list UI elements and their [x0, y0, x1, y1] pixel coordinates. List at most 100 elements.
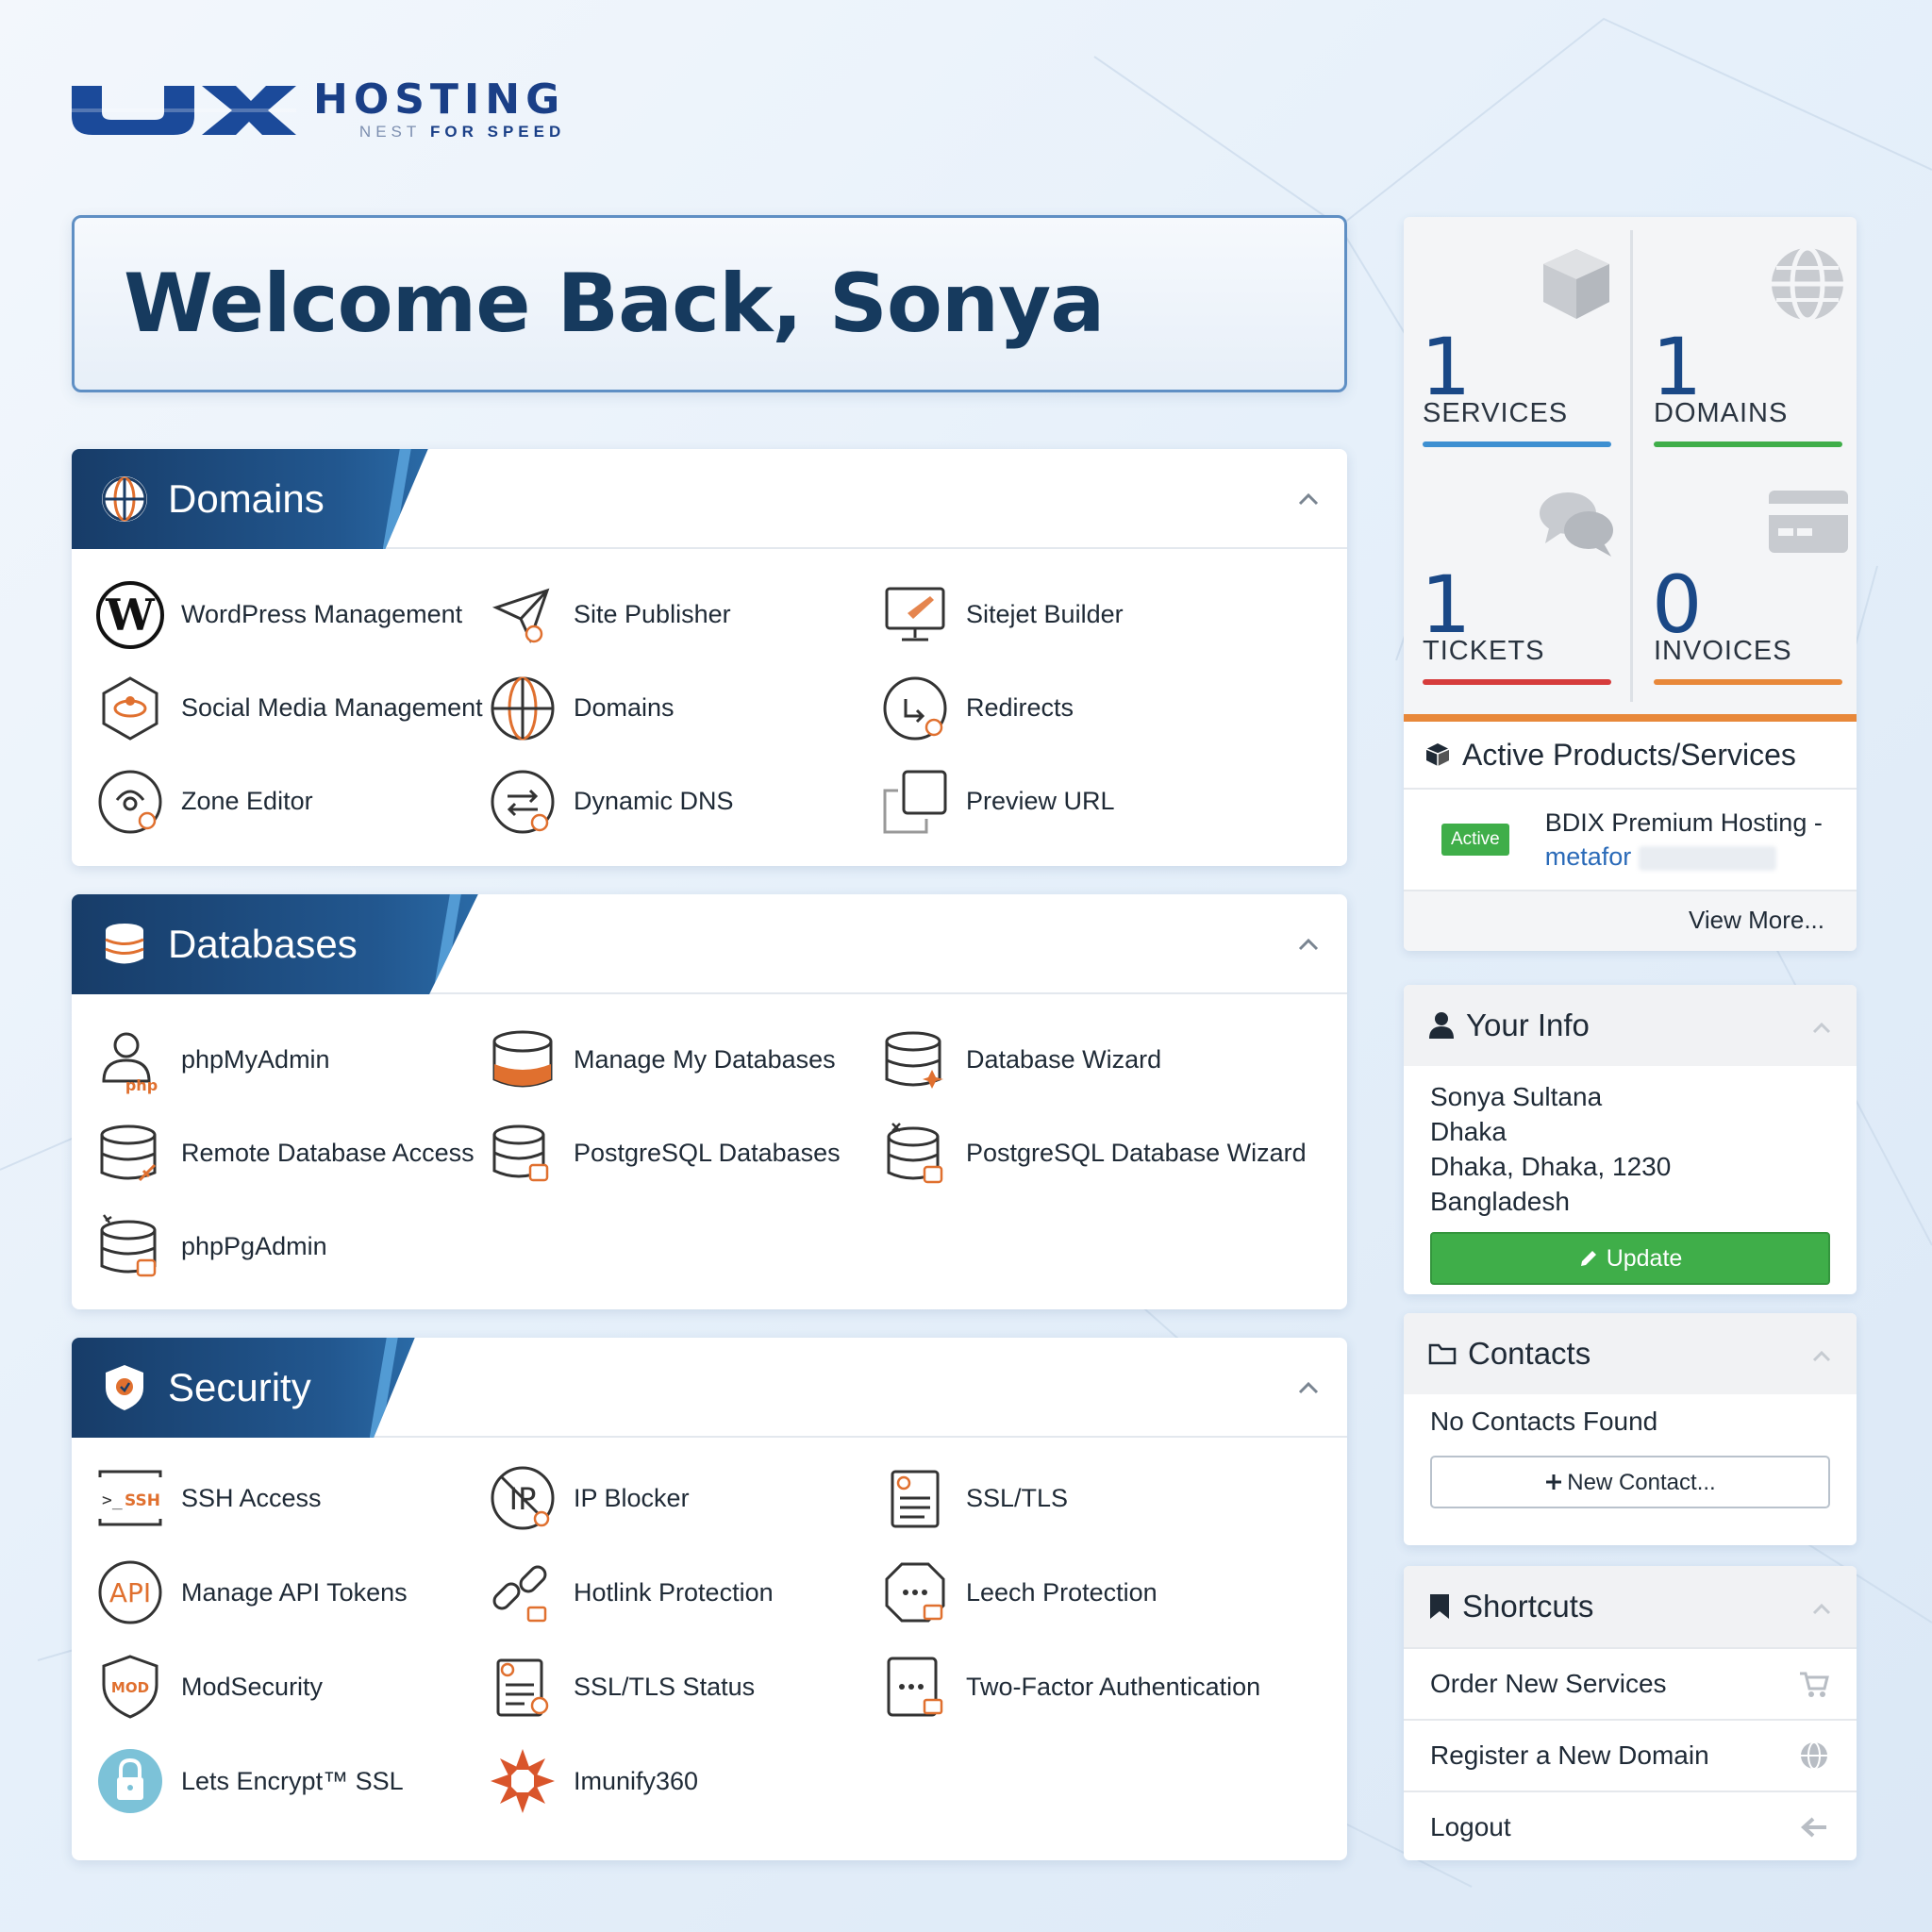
chevron-up-icon[interactable] — [1294, 930, 1323, 958]
stat-services[interactable]: 1 SERVICES — [1404, 217, 1630, 455]
stat-domains-bar — [1654, 441, 1842, 447]
database-remote-icon — [100, 1124, 157, 1181]
orange-rule — [1404, 714, 1857, 722]
bookmark-icon — [1430, 1594, 1449, 1619]
security-panel-header[interactable]: Security — [72, 1338, 1347, 1438]
chat-icon — [1540, 492, 1613, 557]
cart-icon — [1800, 1672, 1829, 1697]
manage-api-tokens-item[interactable]: API Manage API Tokens — [94, 1545, 487, 1640]
chevron-up-icon[interactable] — [1294, 1374, 1323, 1402]
shortcut-order-new-services[interactable]: Order New Services — [1404, 1647, 1857, 1719]
zone-editor-item[interactable]: Zone Editor — [94, 755, 487, 848]
ssh-terminal-icon: >_ SSH — [98, 1470, 162, 1526]
domains-panel-header[interactable]: Domains — [72, 449, 1347, 549]
info-name: Sonya Sultana — [1430, 1082, 1603, 1111]
user-icon — [1429, 1012, 1454, 1039]
ux-logo-mark — [70, 86, 296, 135]
brand-hosting: HOSTING — [313, 75, 566, 124]
stat-tickets[interactable]: 1 TICKETS — [1404, 455, 1630, 692]
postgresql-databases-item[interactable]: PostgreSQL Databases — [487, 1107, 879, 1200]
lock-icon — [98, 1749, 162, 1813]
site-publisher-item[interactable]: Site Publisher — [487, 568, 879, 661]
active-product-row[interactable]: Active BDIX Premium Hosting - metafor — [1404, 790, 1857, 891]
sitejet-builder-item[interactable]: Sitejet Builder — [879, 568, 1272, 661]
brand-tagline: NEST FOR SPEED — [358, 123, 566, 141]
manage-my-databases-item[interactable]: Manage My Databases — [487, 1013, 879, 1107]
info-country: Bangladesh — [1430, 1187, 1570, 1216]
modsecurity-item[interactable]: MOD ModSecurity — [94, 1640, 487, 1734]
databases-panel-tab: Databases — [72, 894, 478, 994]
ssh-access-item[interactable]: >_ SSH SSH Access — [94, 1451, 487, 1545]
active-products-header: Active Products/Services — [1404, 722, 1857, 790]
shortcut-logout[interactable]: Logout — [1404, 1790, 1857, 1860]
imunify-icon — [491, 1749, 555, 1813]
ip-blocker-item[interactable]: IP IP Blocker — [487, 1451, 879, 1545]
redirects-item[interactable]: Redirects — [879, 661, 1272, 755]
contacts-header[interactable]: Contacts — [1404, 1313, 1857, 1394]
domains-panel-title: Domains — [168, 476, 325, 521]
preview-url-item[interactable]: Preview URL — [879, 755, 1272, 848]
leech-protection-item[interactable]: Leech Protection — [879, 1545, 1272, 1640]
chevron-up-icon[interactable] — [1809, 1343, 1834, 1368]
security-panel-tab: Security — [72, 1338, 415, 1438]
globe-icon — [491, 676, 555, 740]
product-domain-link[interactable]: metafor — [1545, 842, 1632, 871]
your-info-header[interactable]: Your Info — [1404, 985, 1857, 1066]
globe-icon — [1772, 245, 1843, 323]
info-region: Dhaka, Dhaka, 1230 — [1430, 1152, 1672, 1181]
two-factor-authentication-item[interactable]: Two-Factor Authentication — [879, 1640, 1272, 1734]
svg-text:php: php — [125, 1076, 158, 1094]
redirect-icon — [883, 676, 947, 740]
remote-database-access-item[interactable]: Remote Database Access — [94, 1107, 487, 1200]
shortcuts-card: Shortcuts Order New Services Register a … — [1404, 1566, 1857, 1860]
databases-panel-header[interactable]: Databases — [72, 894, 1347, 994]
database-wizard-item[interactable]: Database Wizard — [879, 1013, 1272, 1107]
hotlink-protection-item[interactable]: Hotlink Protection — [487, 1545, 879, 1640]
social-media-management-item[interactable]: Social Media Management — [94, 661, 487, 755]
redacted-text — [1638, 845, 1776, 871]
stat-invoices-bar — [1654, 679, 1842, 685]
zone-editor-icon — [98, 770, 162, 833]
stat-invoices[interactable]: 0 INVOICES — [1635, 455, 1857, 692]
database-admin-icon — [100, 1213, 157, 1276]
ip-blocker-icon: IP — [491, 1466, 555, 1530]
phpmyadmin-icon: php — [102, 1032, 158, 1094]
phppgadmin-item[interactable]: phpPgAdmin — [94, 1200, 487, 1293]
view-more-link[interactable]: View More... — [1404, 891, 1857, 948]
contacts-card: Contacts No Contacts Found New Contact..… — [1404, 1313, 1857, 1545]
phpmyadmin-item[interactable]: php phpMyAdmin — [94, 1013, 487, 1107]
certificate-status-icon — [496, 1658, 549, 1717]
domains-item[interactable]: Domains — [487, 661, 879, 755]
imunify360-item[interactable]: Imunify360 — [487, 1734, 879, 1828]
plus-icon — [1546, 1474, 1562, 1490]
domains-panel-tab: Domains — [72, 449, 428, 549]
svg-text:>_: >_ — [102, 1491, 123, 1510]
your-info-card: Your Info Sonya Sultana Dhaka Dhaka, Dha… — [1404, 985, 1857, 1294]
postgresql-database-wizard-item[interactable]: PostgreSQL Database Wizard — [879, 1107, 1307, 1200]
chevron-up-icon[interactable] — [1809, 1015, 1834, 1040]
monitor-brush-icon — [885, 587, 945, 641]
wordpress-management-item[interactable]: W WordPress Management — [94, 568, 487, 661]
pencil-icon — [1580, 1251, 1596, 1266]
shortcuts-header[interactable]: Shortcuts — [1404, 1566, 1857, 1647]
update-button[interactable]: Update — [1430, 1232, 1830, 1285]
lets-encrypt-ssl-item[interactable]: Lets Encrypt™ SSL — [94, 1734, 487, 1828]
globe-icon — [102, 476, 147, 522]
dynamic-dns-item[interactable]: Dynamic DNS — [487, 755, 879, 848]
chevron-up-icon[interactable] — [1809, 1596, 1834, 1621]
ssl-tls-item[interactable]: SSL/TLS — [879, 1451, 1272, 1545]
stat-domains[interactable]: 1 DOMAINS — [1635, 217, 1857, 455]
octagon-dots-icon — [885, 1562, 945, 1623]
shortcut-register-domain[interactable]: Register a New Domain — [1404, 1719, 1857, 1790]
ssl-tls-status-item[interactable]: SSL/TLS Status — [487, 1640, 879, 1734]
stats-card: 1 SERVICES 1 DOMAINS 1 TICKETS 0 INVOICE… — [1404, 217, 1857, 951]
box-icon — [1543, 249, 1609, 319]
folder-icon — [1428, 1343, 1457, 1365]
brand-logo[interactable]: HOSTING NEST FOR SPEED — [70, 79, 565, 142]
databases-panel-title: Databases — [168, 922, 358, 966]
new-contact-button[interactable]: New Contact... — [1430, 1456, 1830, 1508]
certificate-icon — [891, 1470, 940, 1528]
chevron-up-icon[interactable] — [1294, 485, 1323, 513]
credit-card-icon — [1769, 491, 1848, 553]
svg-text:MOD: MOD — [111, 1679, 149, 1696]
